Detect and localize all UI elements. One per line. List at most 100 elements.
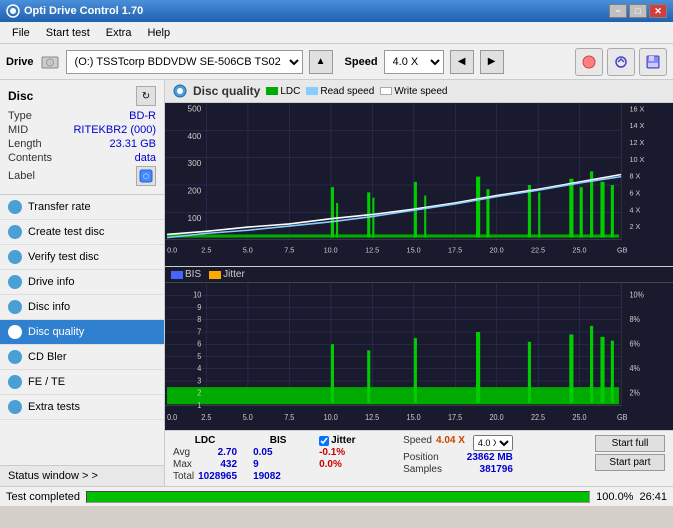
top-chart-wrapper: 500 400 300 200 100 16 X 14 X 12 X 10 X … bbox=[165, 103, 673, 267]
svg-text:5.0: 5.0 bbox=[243, 245, 253, 254]
nav-label-drive-info: Drive info bbox=[28, 276, 74, 288]
svg-text:16 X: 16 X bbox=[629, 104, 644, 113]
svg-text:6: 6 bbox=[197, 339, 202, 349]
disc-section: Disc ↻ Type BD-R MID RITEKBR2 (000) Leng… bbox=[0, 80, 164, 195]
action-button2[interactable] bbox=[607, 48, 635, 76]
menu-file[interactable]: File bbox=[4, 25, 38, 41]
svg-text:22.5: 22.5 bbox=[531, 413, 546, 423]
svg-text:GB: GB bbox=[617, 245, 628, 254]
svg-text:6 X: 6 X bbox=[629, 188, 640, 197]
toolbar: Drive (O:) TSSTcorp BDDVDW SE-506CB TS02… bbox=[0, 44, 673, 80]
ldc-avg: 2.70 bbox=[218, 447, 237, 458]
test-completed-label: Test completed bbox=[6, 491, 80, 503]
nav-cd-bler[interactable]: CD Bler bbox=[0, 345, 164, 370]
bottom-chart-wrapper: 10 9 8 7 6 5 4 3 2 1 10% 8% 6% bbox=[165, 283, 673, 430]
menu-start-test[interactable]: Start test bbox=[38, 25, 98, 41]
menu-extra[interactable]: Extra bbox=[98, 25, 140, 41]
svg-text:2.5: 2.5 bbox=[201, 245, 211, 254]
bottom-chart-svg: 10 9 8 7 6 5 4 3 2 1 10% 8% 6% bbox=[165, 283, 673, 430]
legend-bis-color bbox=[171, 271, 183, 279]
svg-text:4 X: 4 X bbox=[629, 205, 640, 214]
svg-text:8 X: 8 X bbox=[629, 172, 640, 181]
nav-label-verify-test: Verify test disc bbox=[28, 251, 99, 263]
svg-text:4%: 4% bbox=[629, 364, 639, 374]
nav-verify-test-disc[interactable]: Verify test disc bbox=[0, 245, 164, 270]
drive-select[interactable]: (O:) TSSTcorp BDDVDW SE-506CB TS02 bbox=[66, 50, 303, 74]
maximize-button[interactable]: □ bbox=[629, 4, 647, 18]
speed-stats-col: Speed 4.04 X 4.0 X Position 23862 MB Sam… bbox=[403, 435, 513, 475]
nav-disc-quality[interactable]: Disc quality bbox=[0, 320, 164, 345]
progress-percent: 100.0% bbox=[596, 491, 633, 503]
ldc-stats-col: LDC Avg 2.70 Max 432 Total 1028965 bbox=[173, 435, 237, 482]
legend-bis: BIS bbox=[171, 269, 201, 280]
ldc-header: LDC bbox=[173, 435, 237, 446]
speed-label: Speed bbox=[345, 56, 378, 68]
position-value: 23862 MB bbox=[467, 452, 513, 463]
svg-text:2: 2 bbox=[197, 388, 202, 398]
app-icon bbox=[6, 4, 20, 18]
svg-text:10%: 10% bbox=[629, 290, 644, 300]
speed-stat-value: 4.04 X bbox=[436, 435, 465, 451]
svg-text:100: 100 bbox=[187, 213, 201, 223]
nav-label-transfer-rate: Transfer rate bbox=[28, 201, 91, 213]
svg-text:9: 9 bbox=[197, 302, 202, 312]
drive-icon bbox=[40, 52, 60, 72]
menu-bar: File Start test Extra Help bbox=[0, 22, 673, 44]
svg-text:17.5: 17.5 bbox=[448, 413, 463, 423]
nav-create-test-disc[interactable]: Create test disc bbox=[0, 220, 164, 245]
jitter-max: 0.0% bbox=[319, 459, 342, 470]
jitter-checkbox[interactable] bbox=[319, 436, 329, 446]
svg-text:7.5: 7.5 bbox=[284, 245, 294, 254]
legend-ldc-color bbox=[266, 87, 278, 95]
svg-text:12 X: 12 X bbox=[629, 138, 644, 147]
close-button[interactable]: ✕ bbox=[649, 4, 667, 18]
svg-text:5: 5 bbox=[197, 351, 202, 361]
start-full-button[interactable]: Start full bbox=[595, 435, 665, 452]
speed-up-button[interactable]: ▶ bbox=[480, 50, 504, 74]
favorites-button[interactable] bbox=[575, 48, 603, 76]
menu-help[interactable]: Help bbox=[139, 25, 178, 41]
minimize-button[interactable]: − bbox=[609, 4, 627, 18]
svg-text:22.5: 22.5 bbox=[531, 245, 545, 254]
nav-fe-te[interactable]: FE / TE bbox=[0, 370, 164, 395]
chart-header: Disc quality LDC Read speed Write speed bbox=[165, 80, 673, 103]
bis-stats-col: BIS 0.05 9 19082 bbox=[253, 435, 303, 482]
speed-select[interactable]: 4.0 X bbox=[384, 50, 444, 74]
status-window-button[interactable]: Status window > > bbox=[0, 465, 164, 486]
jitter-avg: -0.1% bbox=[319, 447, 345, 458]
legend-write-speed-label: Write speed bbox=[394, 86, 447, 97]
drive-eject-button[interactable]: ▲ bbox=[309, 50, 333, 74]
nav-icon-fe-te bbox=[8, 375, 22, 389]
max-label: Max bbox=[173, 459, 192, 470]
svg-text:25.0: 25.0 bbox=[572, 413, 587, 423]
length-value: 23.31 GB bbox=[110, 138, 156, 150]
progress-bar-container bbox=[86, 491, 590, 503]
nav-icon-disc-quality bbox=[8, 325, 22, 339]
speed-down-button[interactable]: ◀ bbox=[450, 50, 474, 74]
stats-bar: LDC Avg 2.70 Max 432 Total 1028965 BIS bbox=[165, 430, 673, 486]
speed-stat-select[interactable]: 4.0 X bbox=[473, 435, 513, 451]
right-panel: Disc quality LDC Read speed Write speed bbox=[165, 80, 673, 486]
save-button[interactable] bbox=[639, 48, 667, 76]
position-label: Position bbox=[403, 452, 439, 463]
total-label: Total bbox=[173, 471, 194, 482]
svg-text:6%: 6% bbox=[629, 339, 639, 349]
type-label: Type bbox=[8, 110, 32, 122]
nav-label-disc-info: Disc info bbox=[28, 301, 70, 313]
nav-disc-info[interactable]: Disc info bbox=[0, 295, 164, 320]
disc-refresh-button[interactable]: ↻ bbox=[136, 86, 156, 106]
nav-drive-info[interactable]: Drive info bbox=[0, 270, 164, 295]
start-part-button[interactable]: Start part bbox=[595, 454, 665, 471]
svg-text:400: 400 bbox=[187, 131, 201, 141]
charts-container: 500 400 300 200 100 16 X 14 X 12 X 10 X … bbox=[165, 103, 673, 430]
label-icon-button[interactable]: ⬡ bbox=[136, 166, 156, 186]
nav-extra-tests[interactable]: Extra tests bbox=[0, 395, 164, 420]
svg-text:12.5: 12.5 bbox=[365, 245, 379, 254]
legend-jitter-color bbox=[209, 271, 221, 279]
svg-text:8%: 8% bbox=[629, 315, 639, 325]
nav-label-disc-quality: Disc quality bbox=[28, 326, 84, 338]
legend-read-speed-color bbox=[306, 87, 318, 95]
nav-transfer-rate[interactable]: Transfer rate bbox=[0, 195, 164, 220]
nav-icon-drive-info bbox=[8, 275, 22, 289]
svg-text:15.0: 15.0 bbox=[407, 245, 421, 254]
